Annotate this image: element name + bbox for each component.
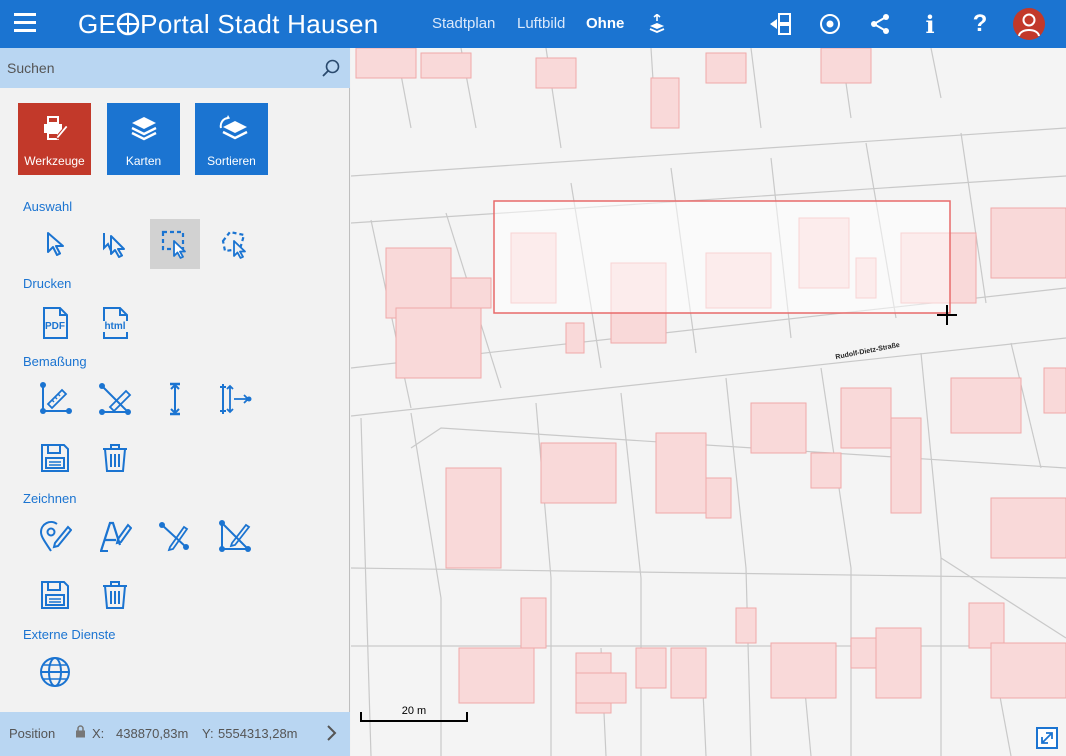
- position-y-value: 5554313,28m: [218, 726, 298, 741]
- draw-line-tool[interactable]: [150, 511, 200, 561]
- info-icon[interactable]: i: [917, 10, 943, 39]
- share-icon[interactable]: [867, 11, 893, 37]
- multi-select-tool[interactable]: [90, 219, 140, 269]
- offset-measure-icon: [220, 384, 252, 414]
- text-pencil-icon: [99, 521, 132, 552]
- sortieren-button[interactable]: Sortieren: [195, 103, 268, 175]
- layers-icon: [131, 117, 157, 141]
- draw-delete-tool[interactable]: [90, 570, 140, 620]
- position-x-label: X:: [92, 726, 105, 741]
- trash-icon: [103, 444, 127, 472]
- section-drucken: Drucken: [23, 276, 72, 291]
- brand-prefix: GE: [78, 9, 117, 39]
- print-html-tool[interactable]: html: [90, 298, 140, 348]
- measure-area-tool[interactable]: [90, 374, 140, 424]
- tools-icon: [44, 116, 68, 140]
- werkzeuge-label: Werkzeuge: [24, 154, 85, 168]
- section-zeichnen: Zeichnen: [23, 491, 77, 506]
- app-title: GE Portal Stadt Hausen: [78, 8, 379, 43]
- globe-icon: [40, 657, 70, 687]
- measure-height-tool[interactable]: [150, 374, 200, 424]
- section-bemassung: Bemaßung: [23, 354, 87, 369]
- user-avatar-icon[interactable]: [1013, 8, 1045, 40]
- draw-point-tool[interactable]: [30, 511, 80, 561]
- app-root: GE Portal Stadt Hausen Stadtplan Luftbild…: [0, 0, 1066, 756]
- werkzeuge-button[interactable]: Werkzeuge: [18, 103, 91, 175]
- vertical-measure-icon: [170, 382, 180, 416]
- sort-layers-icon: [219, 115, 248, 140]
- position-x-value: 438870,83m: [116, 726, 189, 741]
- polygon-pencil-icon: [219, 520, 251, 552]
- map-view[interactable]: Rudolf-Dietz-Straße 20 m: [351, 48, 1066, 756]
- external-services-tool[interactable]: [30, 647, 80, 697]
- sidebar: Werkzeuge Karten Sortieren Auswahl Druck…: [0, 48, 350, 756]
- line-pencil-icon: [159, 522, 189, 552]
- draw-text-tool[interactable]: [90, 511, 140, 561]
- measure-delete-tool[interactable]: [90, 433, 140, 483]
- search-icon[interactable]: [320, 58, 342, 80]
- karten-label: Karten: [125, 154, 162, 168]
- menu-icon[interactable]: [14, 13, 36, 33]
- nav-stadtplan[interactable]: Stadtplan: [432, 15, 495, 32]
- polygon-select-tool[interactable]: [210, 219, 260, 269]
- top-bar: GE Portal Stadt Hausen Stadtplan Luftbild…: [0, 0, 1066, 48]
- layout-toggle-icon[interactable]: [768, 11, 794, 37]
- measure-distance-tool[interactable]: [30, 374, 80, 424]
- help-icon[interactable]: ?: [967, 10, 993, 37]
- lock-icon[interactable]: [75, 725, 86, 741]
- layers-stack-icon[interactable]: [644, 11, 670, 37]
- search-input[interactable]: [0, 48, 310, 88]
- polygon-select-icon: [221, 230, 246, 259]
- rectangle-select-icon: [161, 230, 186, 259]
- print-pdf-tool[interactable]: PDF: [30, 298, 80, 348]
- measure-offset-tool[interactable]: [210, 374, 260, 424]
- selection-rectangle: [493, 200, 951, 314]
- draw-polygon-tool[interactable]: [210, 511, 260, 561]
- measure-save-tool[interactable]: [30, 433, 80, 483]
- fullscreen-toggle-icon[interactable]: [1035, 726, 1059, 750]
- save-disk-icon: [41, 581, 69, 609]
- html-file-icon: html: [97, 306, 133, 340]
- position-bar: Position X: 438870,83m Y: 5554313,28m: [0, 712, 350, 756]
- html-label: html: [97, 321, 133, 332]
- nav-ohne[interactable]: Ohne: [586, 15, 624, 32]
- trash-icon: [103, 581, 127, 609]
- cursor-arrow-icon: [47, 232, 64, 256]
- scale-bar: 20 m: [360, 705, 468, 722]
- select-pointer-tool[interactable]: [30, 219, 80, 269]
- map-canvas: [351, 48, 1066, 756]
- ruler-distance-icon: [40, 382, 72, 414]
- map-pin-pencil-icon: [39, 521, 72, 552]
- chevron-right-icon[interactable]: [326, 724, 338, 745]
- multi-cursor-icon: [103, 233, 125, 258]
- nav-luftbild[interactable]: Luftbild: [517, 15, 565, 32]
- position-label: Position: [9, 726, 56, 741]
- buildings-layer: [355, 48, 1066, 714]
- draw-save-tool[interactable]: [30, 570, 80, 620]
- section-auswahl: Auswahl: [23, 199, 73, 214]
- scale-label: 20 m: [401, 705, 427, 717]
- position-y-label: Y:: [202, 726, 214, 741]
- brand-suffix: Portal Stadt Hausen: [140, 9, 379, 39]
- sortieren-label: Sortieren: [207, 154, 256, 168]
- search-bar: [0, 48, 350, 88]
- save-disk-icon: [41, 444, 69, 472]
- karten-button[interactable]: Karten: [107, 103, 180, 175]
- ruler-area-icon: [99, 383, 132, 415]
- rectangle-select-tool[interactable]: [150, 219, 200, 269]
- location-target-icon[interactable]: [817, 11, 843, 37]
- section-externe-dienste: Externe Dienste: [23, 627, 116, 642]
- globe-logo-icon: [116, 11, 140, 43]
- pdf-label: PDF: [45, 321, 65, 332]
- pdf-file-icon: PDF: [39, 306, 71, 340]
